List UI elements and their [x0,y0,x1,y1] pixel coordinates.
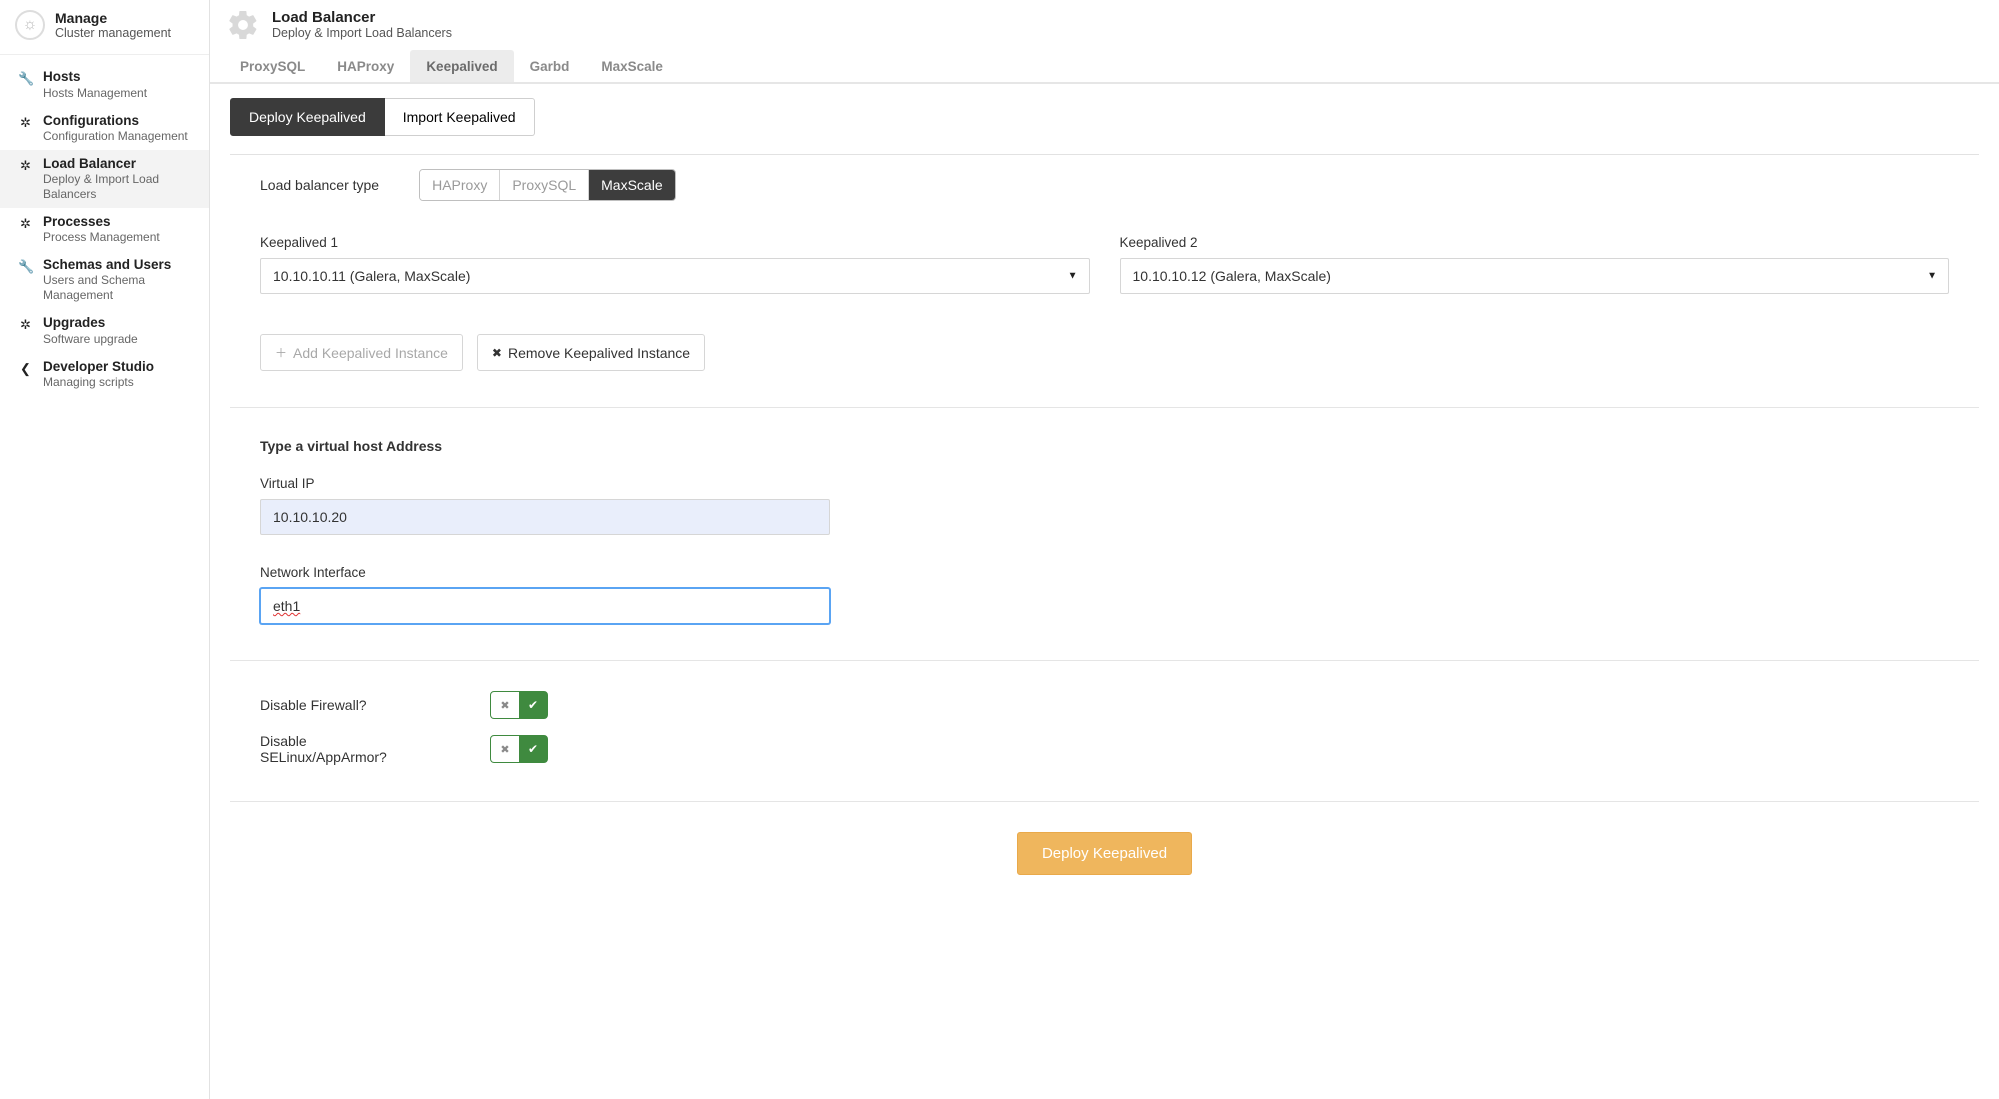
add-keepalived-label: Add Keepalived Instance [293,345,448,361]
sidebar: ☼ Manage Cluster management 🔧 HostsHosts … [0,0,210,1099]
lb-type-segmented: HAProxyProxySQLMaxScale [419,169,676,201]
angle-left-icon: ❮ [18,359,33,390]
subtabs: Deploy KeepalivedImport Keepalived [230,98,1979,155]
sidebar-item-hosts[interactable]: 🔧 HostsHosts Management [0,63,209,106]
remove-keepalived-label: Remove Keepalived Instance [508,345,690,361]
page-gear-icon [226,8,260,42]
nav-item-subtitle: Deploy & Import Load Balancers [43,172,194,202]
deploy-button[interactable]: Deploy Keepalived [1017,832,1192,875]
sidebar-item-developer-studio[interactable]: ❮ Developer StudioManaging scripts [0,353,209,396]
keepalived1-select-wrap[interactable]: 10.10.10.11 (Galera, MaxScale) [260,258,1090,294]
tab-proxysql[interactable]: ProxySQL [224,50,321,82]
wrench-icon: 🔧 [18,257,33,303]
separator-3 [230,801,1979,802]
gear-icon: ✲ [18,156,33,202]
toggle-on-icon: ✔ [519,736,547,762]
toggle-off-icon: ✖ [491,736,519,762]
gear-icon: ✲ [18,113,33,144]
tab-garbd[interactable]: Garbd [514,50,586,82]
keepalived-selects: Keepalived 1 10.10.10.11 (Galera, MaxSca… [260,235,1949,294]
lb-type-haproxy[interactable]: HAProxy [420,170,499,200]
gear-icon: ✲ [18,214,33,245]
tab-haproxy[interactable]: HAProxy [321,50,410,82]
tab-maxscale[interactable]: MaxScale [585,50,679,82]
nav-item-title: Schemas and Users [43,257,194,273]
page-subtitle: Deploy & Import Load Balancers [272,26,452,40]
nav-item-subtitle: Hosts Management [43,86,147,101]
sidebar-item-configurations[interactable]: ✲ ConfigurationsConfiguration Management [0,107,209,150]
toggle-on-icon: ✔ [519,692,547,718]
disable-firewall-toggle[interactable]: ✖ ✔ [490,691,548,719]
keepalived2-label: Keepalived 2 [1120,235,1950,250]
vhost-header: Type a virtual host Address [260,438,1949,454]
sidebar-subtitle: Cluster management [55,26,171,40]
nav-item-subtitle: Configuration Management [43,129,188,144]
wrench-icon: 🔧 [18,69,33,100]
keepalived1-label: Keepalived 1 [260,235,1090,250]
sidebar-title: Manage [55,10,171,26]
page-header: Load Balancer Deploy & Import Load Balan… [210,0,1999,46]
manage-icon: ☼ [15,10,45,40]
disable-firewall-row: Disable Firewall? ✖ ✔ [260,691,1949,719]
nav-item-subtitle: Users and Schema Management [43,273,194,303]
net-iface-value: eth1 [273,598,300,614]
form-area: Load balancer type HAProxyProxySQLMaxSca… [230,169,1979,875]
toggle-off-icon: ✖ [491,692,519,718]
remove-keepalived-button[interactable]: ✖ Remove Keepalived Instance [477,334,705,371]
net-iface-label: Network Interface [260,565,1949,580]
nav-item-title: Upgrades [43,315,138,331]
lb-type-proxysql[interactable]: ProxySQL [499,170,588,200]
close-icon: ✖ [492,346,502,360]
sidebar-item-upgrades[interactable]: ✲ UpgradesSoftware upgrade [0,309,209,352]
plus-icon: ＋ [275,344,287,361]
main: Load Balancer Deploy & Import Load Balan… [210,0,1999,1099]
keepalived2-select[interactable]: 10.10.10.12 (Galera, MaxScale) [1120,258,1950,294]
gear-icon: ✲ [18,315,33,346]
separator-1 [230,407,1979,408]
nav-item-title: Developer Studio [43,359,154,375]
nav-item-subtitle: Process Management [43,230,160,245]
add-keepalived-button[interactable]: ＋ Add Keepalived Instance [260,334,463,371]
disable-selinux-row: Disable SELinux/AppArmor? ✖ ✔ [260,733,1949,765]
content: Deploy KeepalivedImport Keepalived Load … [210,84,1999,915]
subtab-deploy-keepalived[interactable]: Deploy Keepalived [230,98,385,136]
footer-row: Deploy Keepalived [260,832,1949,875]
sidebar-item-processes[interactable]: ✲ ProcessesProcess Management [0,208,209,251]
sidebar-item-schemas-and-users[interactable]: 🔧 Schemas and UsersUsers and Schema Manag… [0,251,209,309]
lb-type-label: Load balancer type [260,177,379,193]
keepalived2-select-wrap[interactable]: 10.10.10.12 (Galera, MaxScale) [1120,258,1950,294]
sidebar-nav: 🔧 HostsHosts Management ✲ ConfigurationsCon… [0,55,209,395]
nav-item-title: Processes [43,214,160,230]
nav-item-subtitle: Managing scripts [43,375,154,390]
sidebar-item-load-balancer[interactable]: ✲ Load BalancerDeploy & Import Load Balan… [0,150,209,208]
virtual-ip-input[interactable] [260,499,830,535]
nav-item-title: Hosts [43,69,147,85]
instance-buttons: ＋ Add Keepalived Instance ✖ Remove Keepa… [260,334,1949,371]
tab-keepalived[interactable]: Keepalived [410,50,513,82]
lb-type-row: Load balancer type HAProxyProxySQLMaxSca… [260,169,1949,201]
nav-item-title: Load Balancer [43,156,194,172]
disable-firewall-label: Disable Firewall? [260,697,420,713]
sidebar-header: ☼ Manage Cluster management [0,0,209,55]
disable-selinux-toggle[interactable]: ✖ ✔ [490,735,548,763]
subtab-import-keepalived[interactable]: Import Keepalived [385,98,535,136]
page-title: Load Balancer [272,9,452,26]
nav-item-title: Configurations [43,113,188,129]
separator-2 [230,660,1979,661]
virtual-ip-label: Virtual IP [260,476,1949,491]
nav-item-subtitle: Software upgrade [43,332,138,347]
net-iface-input[interactable]: eth1 [260,588,830,624]
disable-selinux-label: Disable SELinux/AppArmor? [260,733,420,765]
lb-type-maxscale[interactable]: MaxScale [588,170,674,200]
keepalived1-select[interactable]: 10.10.10.11 (Galera, MaxScale) [260,258,1090,294]
tabs-row: ProxySQLHAProxyKeepalivedGarbdMaxScale [210,46,1999,84]
